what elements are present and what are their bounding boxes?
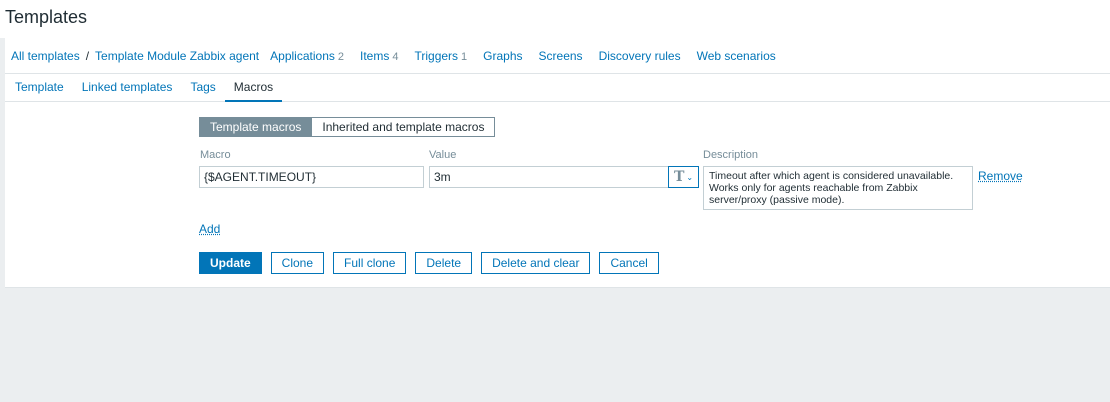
form-tabs: Template Linked templates Tags Macros xyxy=(5,74,1110,102)
nav-web-scenarios-label[interactable]: Web scenarios xyxy=(697,49,776,63)
nav-web-scenarios[interactable]: Web scenarios xyxy=(697,49,776,63)
breadcrumb-all-templates[interactable]: All templates xyxy=(11,49,80,63)
nav-applications-label[interactable]: Applications xyxy=(270,49,335,63)
value-input[interactable] xyxy=(429,166,669,188)
inherited-macros-option[interactable]: Inherited and template macros xyxy=(312,117,496,137)
page-title: Templates xyxy=(5,7,88,27)
delete-button[interactable]: Delete xyxy=(415,252,473,274)
page-header: Templates xyxy=(0,0,1110,38)
nav-graphs[interactable]: Graphs xyxy=(483,49,522,63)
breadcrumb-separator: / xyxy=(85,48,90,63)
cancel-button[interactable]: Cancel xyxy=(599,252,659,274)
nav-items-count: 4 xyxy=(392,50,399,63)
add-link[interactable]: Add xyxy=(199,222,220,236)
description-column-label: Description xyxy=(703,149,759,161)
nav-applications[interactable]: Applications 2 xyxy=(270,49,344,63)
nav-discovery-rules-label[interactable]: Discovery rules xyxy=(599,49,681,63)
chevron-down-icon: ⌄ xyxy=(686,172,694,182)
template-macros-option[interactable]: Template macros xyxy=(199,117,313,137)
nav-triggers-label[interactable]: Triggers xyxy=(414,49,458,63)
macro-input[interactable] xyxy=(199,166,424,188)
template-form: Template Linked templates Tags Macros Te… xyxy=(5,74,1110,288)
nav-applications-count: 2 xyxy=(337,50,344,63)
nav-items-label[interactable]: Items xyxy=(360,49,389,63)
form-actions: Update Clone Full clone Delete Delete an… xyxy=(199,252,668,274)
nav-items[interactable]: Items 4 xyxy=(360,49,398,63)
nav-discovery-rules[interactable]: Discovery rules xyxy=(599,49,681,63)
full-clone-button[interactable]: Full clone xyxy=(333,252,407,274)
nav-triggers-count: 1 xyxy=(461,50,468,63)
delete-and-clear-button[interactable]: Delete and clear xyxy=(481,252,591,274)
nav-graphs-label[interactable]: Graphs xyxy=(483,49,522,63)
breadcrumb: All templates / Template Module Zabbix a… xyxy=(5,38,1110,74)
nav-screens[interactable]: Screens xyxy=(539,49,583,63)
tab-template[interactable]: Template xyxy=(5,74,73,102)
text-type-icon: T xyxy=(673,169,685,185)
breadcrumb-current-template[interactable]: Template Module Zabbix agent xyxy=(95,49,259,63)
tab-tags[interactable]: Tags xyxy=(181,74,224,102)
macro-mode-toggle: Template macros Inherited and template m… xyxy=(199,117,496,137)
macro-column-label: Macro xyxy=(200,149,231,161)
tab-macros[interactable]: Macros xyxy=(224,74,283,102)
tab-linked-templates[interactable]: Linked templates xyxy=(73,74,182,102)
clone-button[interactable]: Clone xyxy=(270,252,325,274)
nav-triggers[interactable]: Triggers 1 xyxy=(414,49,467,63)
remove-link[interactable]: Remove xyxy=(978,169,1023,183)
update-button[interactable]: Update xyxy=(199,252,262,274)
value-type-button[interactable]: T ⌄ xyxy=(668,166,699,188)
description-textarea[interactable]: Timeout after which agent is considered … xyxy=(703,166,973,210)
nav-screens-label[interactable]: Screens xyxy=(539,49,583,63)
value-column-label: Value xyxy=(429,149,457,161)
